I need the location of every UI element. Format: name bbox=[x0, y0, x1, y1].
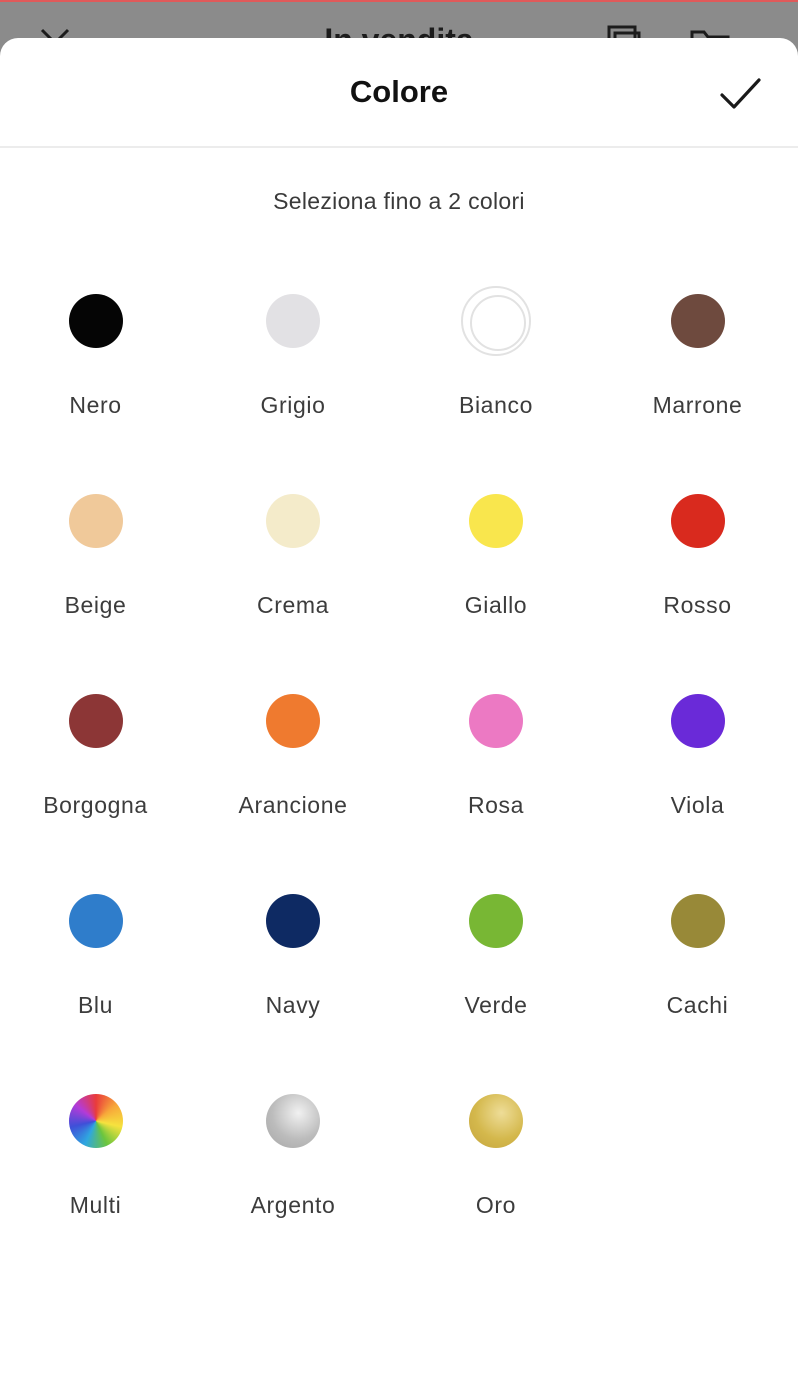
color-swatch bbox=[670, 294, 725, 348]
color-label: Beige bbox=[64, 592, 127, 618]
color-swatch bbox=[68, 1094, 123, 1148]
color-option-oro[interactable]: Oro bbox=[395, 1066, 597, 1266]
color-label: Borgogna bbox=[43, 792, 148, 818]
color-label: Rosa bbox=[467, 792, 525, 818]
color-swatch bbox=[670, 694, 725, 748]
color-option-borgogna[interactable]: Borgogna bbox=[0, 666, 191, 866]
color-swatch bbox=[469, 1094, 523, 1148]
color-option-nero[interactable]: Nero bbox=[0, 266, 191, 466]
color-label: Argento bbox=[250, 1192, 336, 1218]
color-swatch bbox=[469, 694, 523, 748]
color-grid: Nero Grigio Bianco Marrone Beige Crema Giallo R… bbox=[0, 266, 798, 1266]
color-option-marrone[interactable]: Marrone bbox=[597, 266, 798, 466]
color-option-blu[interactable]: Blu bbox=[0, 866, 191, 1066]
color-label: Bianco bbox=[459, 392, 533, 418]
checkmark-icon[interactable] bbox=[716, 74, 764, 114]
color-option-giallo[interactable]: Giallo bbox=[395, 466, 597, 666]
color-option-arancione[interactable]: Arancione bbox=[191, 666, 395, 866]
color-swatch bbox=[461, 286, 531, 356]
sheet-title: Colore bbox=[349, 74, 449, 109]
color-swatch bbox=[68, 894, 123, 948]
color-option-verde[interactable]: Verde bbox=[395, 866, 597, 1066]
color-swatch bbox=[266, 494, 320, 548]
color-swatch bbox=[68, 294, 123, 348]
color-label: Navy bbox=[265, 992, 321, 1018]
color-label: Crema bbox=[256, 592, 329, 618]
color-swatch bbox=[266, 1094, 320, 1148]
color-swatch bbox=[670, 494, 725, 548]
color-option-rosso[interactable]: Rosso bbox=[597, 466, 798, 666]
color-swatch bbox=[670, 894, 725, 948]
color-swatch bbox=[469, 494, 523, 548]
color-option-viola[interactable]: Viola bbox=[597, 666, 798, 866]
color-label: Viola bbox=[670, 792, 725, 818]
color-label: Blu bbox=[77, 992, 114, 1018]
color-label: Cachi bbox=[666, 992, 729, 1018]
color-swatch bbox=[68, 694, 123, 748]
color-label: Arancione bbox=[238, 792, 348, 818]
color-option-argento[interactable]: Argento bbox=[191, 1066, 395, 1266]
color-swatch bbox=[68, 494, 123, 548]
color-swatch bbox=[469, 894, 523, 948]
color-label: Nero bbox=[69, 392, 122, 418]
color-swatch bbox=[266, 894, 320, 948]
color-option-crema[interactable]: Crema bbox=[191, 466, 395, 666]
color-swatch bbox=[266, 294, 320, 348]
color-option-navy[interactable]: Navy bbox=[191, 866, 395, 1066]
color-label: Giallo bbox=[464, 592, 528, 618]
color-label: Marrone bbox=[652, 392, 743, 418]
color-option-multi[interactable]: Multi bbox=[0, 1066, 191, 1266]
selection-hint: Seleziona fino a 2 colori bbox=[273, 188, 525, 214]
color-option-rosa[interactable]: Rosa bbox=[395, 666, 597, 866]
color-label: Multi bbox=[69, 1192, 122, 1218]
color-picker-sheet: Colore Seleziona fino a 2 colori Nero Gri… bbox=[0, 38, 798, 1378]
sheet-header: Colore bbox=[0, 38, 798, 148]
color-option-grigio[interactable]: Grigio bbox=[191, 266, 395, 466]
color-label: Oro bbox=[475, 1192, 517, 1218]
color-label: Grigio bbox=[260, 392, 326, 418]
color-label: Verde bbox=[464, 992, 528, 1018]
color-option-cachi[interactable]: Cachi bbox=[597, 866, 798, 1066]
color-label: Rosso bbox=[663, 592, 732, 618]
color-option-bianco[interactable]: Bianco bbox=[395, 266, 597, 466]
color-swatch bbox=[266, 694, 320, 748]
color-option-beige[interactable]: Beige bbox=[0, 466, 191, 666]
